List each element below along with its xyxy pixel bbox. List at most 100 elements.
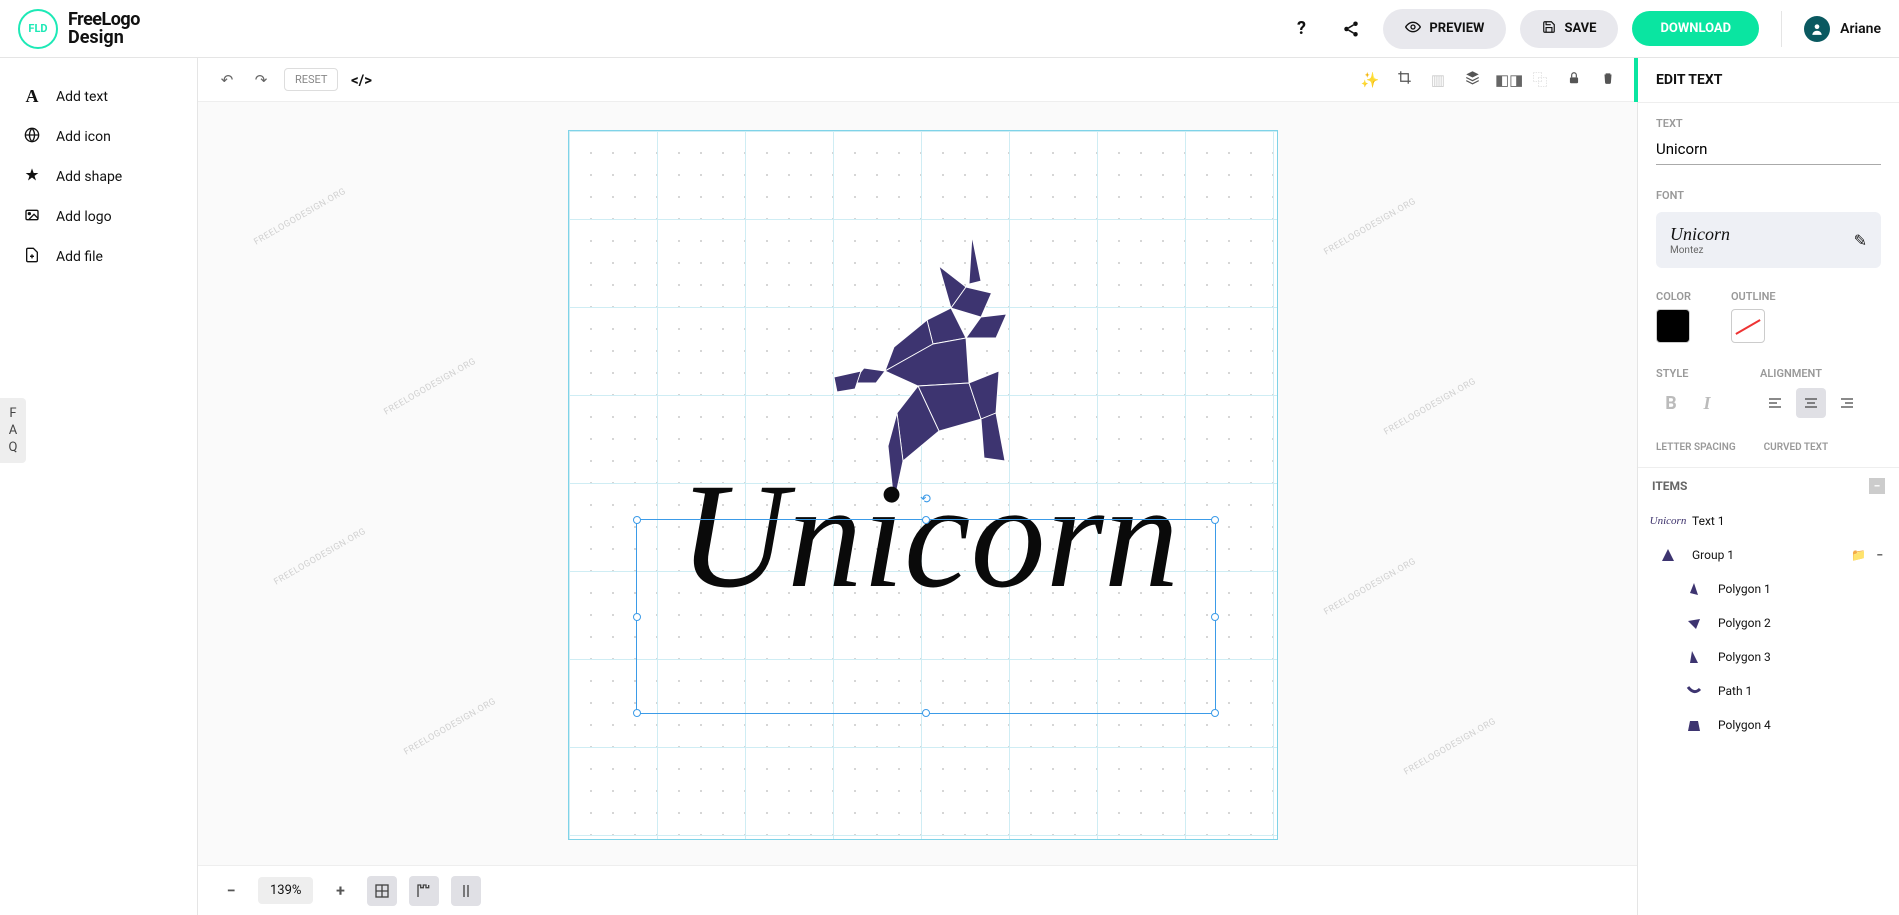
canvas-area: ↶ ↷ RESET </> ✨ ▥ ◧◨ ⿻ FREELOGODESIGN.OR… [198,58,1637,915]
tool-label: Add shape [56,169,122,185]
save-icon [1542,20,1556,38]
font-picker[interactable]: Unicorn Montez ✎ [1656,212,1881,268]
eye-icon [1405,19,1421,39]
text-section-label: TEXT [1656,117,1881,130]
item-polygon-1[interactable]: Polygon 1 [1638,572,1899,606]
tool-add-file[interactable]: Add file [0,237,197,277]
align-center-button[interactable] [1796,388,1826,418]
preview-button[interactable]: PREVIEW [1383,9,1506,49]
guides-toggle-icon[interactable] [451,876,481,906]
help-icon[interactable]: ? [1283,11,1319,47]
resize-handle[interactable] [922,709,930,717]
item-label: Polygon 3 [1718,650,1771,664]
artboard[interactable]: Unicorn ⟲ [568,130,1278,840]
faq-tab[interactable]: FAQ [0,398,26,463]
user-menu[interactable]: Ariane [1804,16,1881,42]
item-polygon-2[interactable]: Polygon 2 [1638,606,1899,640]
resize-handle[interactable] [633,709,641,717]
item-group-1[interactable]: Group 1 📁 − [1638,538,1899,572]
ruler-toggle-icon[interactable] [409,876,439,906]
align-icon[interactable]: ▥ [1427,71,1449,89]
item-path-1[interactable]: Path 1 [1638,674,1899,708]
grid-toggle-icon[interactable] [367,876,397,906]
tool-add-shape[interactable]: Add shape [0,157,197,197]
tool-label: Add file [56,249,103,265]
tool-label: Add logo [56,209,112,225]
resize-handle[interactable] [633,613,641,621]
folder-icon[interactable]: 📁 [1851,548,1866,562]
zoom-in-button[interactable]: + [325,876,355,906]
save-button[interactable]: SAVE [1520,10,1618,48]
item-polygon-4[interactable]: Polygon 4 [1638,708,1899,742]
item-thumb [1680,648,1708,666]
bold-button[interactable]: B [1656,388,1686,418]
item-thumb [1680,682,1708,700]
flip-icon[interactable]: ◧◨ [1495,71,1517,89]
items-header[interactable]: ITEMS − [1638,467,1899,504]
selection-box[interactable]: ⟲ [636,519,1216,714]
lock-icon[interactable] [1563,71,1585,89]
item-thumb [1680,614,1708,632]
zoom-out-button[interactable]: − [216,876,246,906]
left-toolbar: AAdd text Add icon Add shape Add logo Ad… [0,58,198,915]
tool-add-icon[interactable]: Add icon [0,117,197,157]
align-left-button[interactable] [1760,388,1790,418]
canvas-viewport[interactable]: FREELOGODESIGN.ORG FREELOGODESIGN.ORG FR… [198,102,1637,865]
crop-icon[interactable] [1393,70,1415,89]
text-input[interactable] [1656,136,1881,165]
code-icon[interactable]: </> [350,71,372,89]
color-swatch[interactable] [1656,309,1690,343]
watermark: FREELOGODESIGN.ORG [252,187,347,248]
panel-title: EDIT TEXT [1638,58,1899,103]
bottom-bar: − 139% + [198,865,1637,915]
align-right-button[interactable] [1832,388,1862,418]
outline-label: OUTLINE [1731,290,1776,303]
watermark: FREELOGODESIGN.ORG [1322,557,1417,618]
zoom-level[interactable]: 139% [258,877,313,904]
redo-icon[interactable]: ↷ [250,71,272,89]
items-list: Unicorn Text 1 Group 1 📁 − Polygon 1 Pol… [1638,504,1899,915]
preview-label: PREVIEW [1429,21,1484,36]
brand-line1: FreeLogo [68,11,140,29]
collapse-icon[interactable]: − [1869,478,1885,494]
magic-icon[interactable]: ✨ [1359,71,1381,89]
delete-icon[interactable] [1597,71,1619,89]
outline-swatch[interactable] [1731,309,1765,343]
resize-handle[interactable] [1211,516,1219,524]
app-header: FLD FreeLogo Design ? PREVIEW SAVE DOWNL… [0,0,1899,58]
item-thumb [1680,580,1708,598]
accent-bar [1634,58,1638,102]
watermark: FREELOGODESIGN.ORG [1322,197,1417,258]
brand-text: FreeLogo Design [68,11,140,47]
tool-label: Add text [56,89,108,105]
watermark: FREELOGODESIGN.ORG [402,697,497,758]
remove-icon[interactable]: − [1876,548,1883,562]
item-text-1[interactable]: Unicorn Text 1 [1638,504,1899,538]
item-thumb [1654,546,1682,564]
resize-handle[interactable] [633,516,641,524]
tool-add-logo[interactable]: Add logo [0,197,197,237]
item-label: Text 1 [1692,514,1725,528]
tool-add-text[interactable]: AAdd text [0,76,197,117]
resize-handle[interactable] [922,516,930,524]
resize-handle[interactable] [1211,709,1219,717]
item-polygon-3[interactable]: Polygon 3 [1638,640,1899,674]
resize-handle[interactable] [1211,613,1219,621]
globe-icon [22,127,42,147]
share-icon[interactable] [1333,11,1369,47]
layers-icon[interactable] [1461,70,1483,89]
italic-button[interactable]: I [1692,388,1722,418]
brand[interactable]: FLD FreeLogo Design [18,9,140,49]
watermark: FREELOGODESIGN.ORG [1402,717,1497,778]
rotate-handle-icon[interactable]: ⟲ [920,492,931,507]
download-button[interactable]: DOWNLOAD [1632,11,1759,46]
tool-label: Add icon [56,129,111,145]
file-icon [22,247,42,267]
duplicate-icon[interactable]: ⿻ [1529,69,1551,90]
reset-button[interactable]: RESET [284,68,338,91]
save-label: SAVE [1564,21,1596,36]
style-label: STYLE [1656,367,1722,380]
user-name: Ariane [1840,21,1881,37]
curved-text-label: CURVED TEXT [1764,442,1829,453]
undo-icon[interactable]: ↶ [216,71,238,89]
